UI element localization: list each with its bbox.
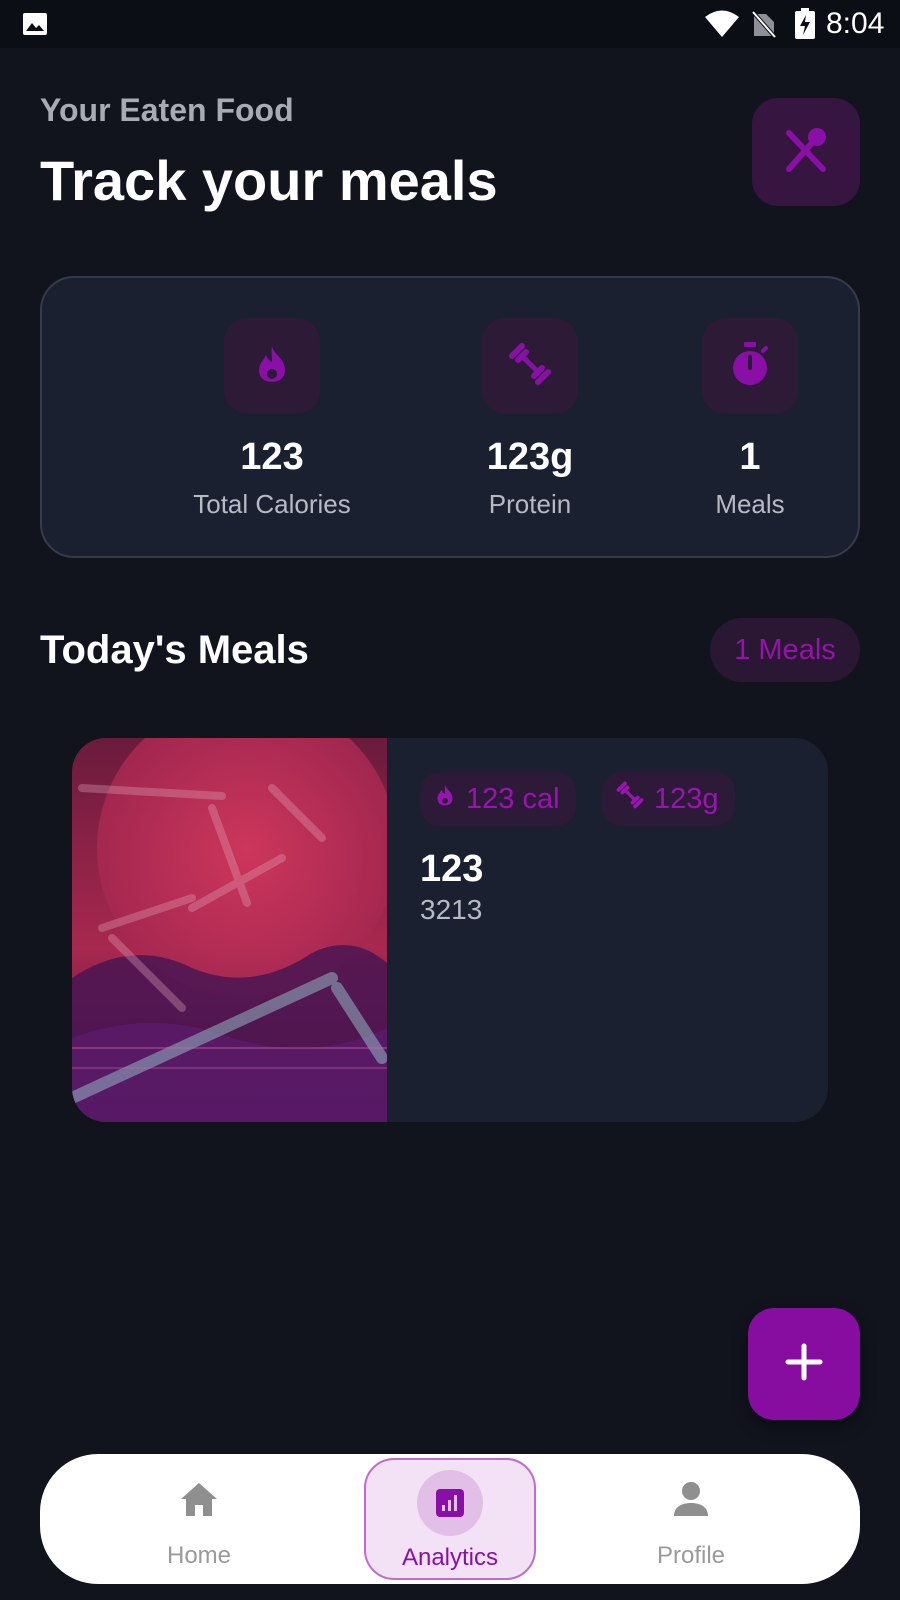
stat-icon-box bbox=[702, 318, 798, 414]
utensils-icon bbox=[781, 125, 831, 180]
stats-card: 123 Total Calories 123g Protein 1 Meals bbox=[40, 276, 860, 558]
meal-card[interactable]: 123 cal 123g 123 3213 bbox=[72, 738, 828, 1122]
stat-icon-box bbox=[224, 318, 320, 414]
dumbbell-icon bbox=[616, 781, 644, 817]
page-title: Track your meals bbox=[40, 149, 498, 212]
status-bar: 8:04 bbox=[0, 0, 900, 48]
nav-label: Analytics bbox=[401, 1544, 499, 1571]
stat-label: Meals bbox=[715, 489, 785, 519]
stat-value: 123g bbox=[486, 436, 574, 478]
flame-icon bbox=[253, 344, 291, 389]
nav-item-home[interactable]: Home bbox=[104, 1454, 294, 1584]
no-sim-icon bbox=[751, 10, 777, 43]
meal-description: 3213 bbox=[420, 894, 483, 925]
battery-charging-icon bbox=[794, 8, 816, 45]
meal-protein-text: 123g bbox=[654, 782, 719, 815]
meal-name: 123 bbox=[420, 848, 484, 890]
person-icon bbox=[671, 1480, 711, 1523]
flame-icon bbox=[434, 782, 456, 816]
meal-calories-text: 123 cal bbox=[466, 782, 560, 815]
page-subtitle: Your Eaten Food bbox=[40, 92, 294, 128]
nav-label: Profile bbox=[656, 1542, 726, 1569]
status-time: 8:04 bbox=[826, 7, 885, 40]
meals-count-badge: 1 Meals bbox=[710, 618, 860, 682]
stat-protein: 123g Protein bbox=[420, 318, 640, 520]
plus-icon bbox=[784, 1342, 824, 1387]
dumbbell-icon bbox=[508, 342, 552, 391]
stat-label: Protein bbox=[488, 489, 572, 519]
bottom-nav: Home Analytics Profile bbox=[40, 1454, 860, 1584]
timer-icon bbox=[730, 341, 770, 391]
gallery-icon bbox=[22, 12, 48, 41]
meals-action-button[interactable] bbox=[752, 98, 860, 206]
screen: 8:04 Your Eaten Food Track your meals 12… bbox=[0, 0, 900, 1600]
meal-image bbox=[72, 738, 397, 1122]
stat-value: 1 bbox=[739, 436, 761, 478]
meal-protein-tag: 123g bbox=[602, 772, 735, 826]
nav-item-profile[interactable]: Profile bbox=[596, 1454, 786, 1584]
home-icon bbox=[179, 1480, 219, 1523]
stat-icon-box bbox=[482, 318, 578, 414]
meal-calories-tag: 123 cal bbox=[420, 772, 576, 826]
stat-label: Total Calories bbox=[193, 489, 351, 519]
stat-meals: 1 Meals bbox=[640, 318, 860, 520]
section-title: Today's Meals bbox=[40, 628, 309, 672]
wifi-icon bbox=[704, 10, 740, 43]
stat-value: 123 bbox=[240, 436, 304, 478]
stat-total-calories: 123 Total Calories bbox=[162, 318, 382, 520]
nav-label: Home bbox=[166, 1542, 232, 1569]
add-meal-button[interactable] bbox=[748, 1308, 860, 1420]
analytics-icon bbox=[417, 1470, 483, 1536]
nav-item-analytics[interactable]: Analytics bbox=[364, 1458, 536, 1580]
